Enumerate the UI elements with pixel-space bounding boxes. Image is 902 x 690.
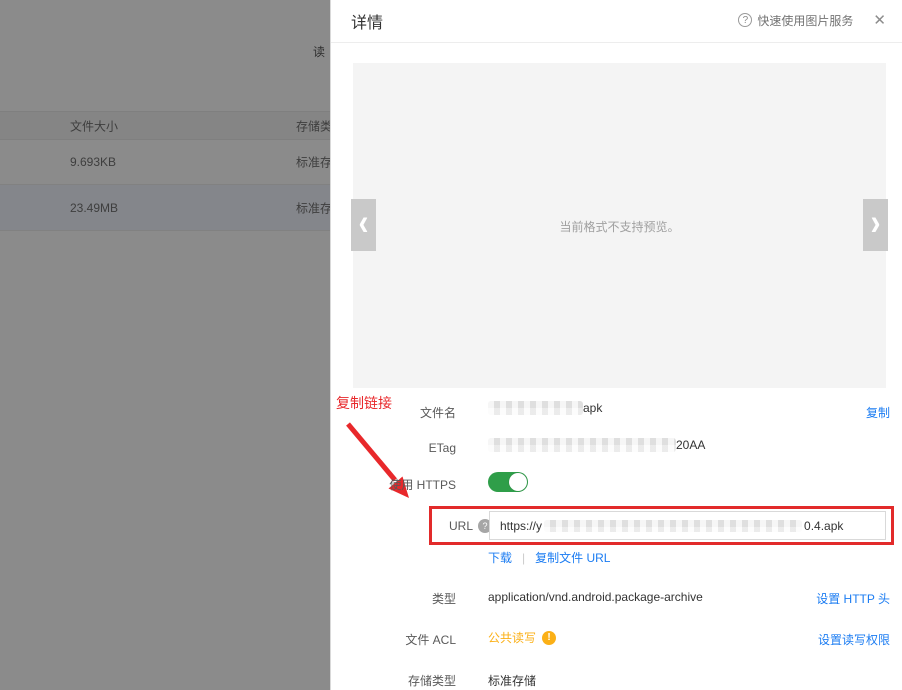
url-suffix: 0.4.apk <box>804 519 843 533</box>
table-header-row: 文件大小 存储类型 <box>0 111 330 140</box>
url-actions: 下载 | 复制文件 URL <box>488 549 610 566</box>
file-acl-label: 文件 ACL <box>331 631 456 648</box>
storage-class-value: 标准存储 <box>488 672 536 689</box>
next-file-button[interactable]: › <box>863 199 888 251</box>
panel-title: 详情 <box>351 9 383 33</box>
red-arrow-annotation <box>339 418 424 510</box>
cell-storage-class: 标准存储 <box>296 199 330 216</box>
url-input[interactable]: https://y 0.4.apk <box>489 511 886 540</box>
filename-label: 文件名 <box>331 404 456 421</box>
etag-suffix: 20AA <box>676 438 705 452</box>
action-divider: | <box>522 551 525 565</box>
https-toggle[interactable] <box>488 472 528 492</box>
url-highlight-box: URL ? https://y 0.4.apk <box>429 506 894 545</box>
copy-filename-link[interactable]: 复制 <box>866 404 890 421</box>
column-header-file-size: 文件大小 <box>70 117 118 134</box>
toggle-knob <box>509 473 527 491</box>
dimmed-backdrop: 文件大小 存储类型 9.693KB 标准存储 23.49MB 标准存储 读 <box>0 0 330 690</box>
previous-file-button[interactable]: ‹ <box>351 199 376 251</box>
type-label: 类型 <box>331 590 456 607</box>
quick-image-service-link[interactable]: 快速使用图片服务 <box>757 12 853 29</box>
use-https-label: 使用 HTTPS <box>331 476 456 493</box>
filename-suffix: apk <box>583 401 602 415</box>
cell-file-size: 9.693KB <box>70 155 116 169</box>
copy-file-url-link[interactable]: 复制文件 URL <box>535 549 610 566</box>
url-prefix: https://y <box>500 519 542 533</box>
set-http-header-link[interactable]: 设置 HTTP 头 <box>816 590 890 607</box>
url-label: URL <box>449 519 473 533</box>
download-link[interactable]: 下载 <box>488 549 512 566</box>
table-row[interactable]: 9.693KB 标准存储 <box>0 139 330 185</box>
type-value: application/vnd.android.package-archive <box>488 590 703 604</box>
etag-value: 20AA <box>488 438 705 452</box>
table-row-selected[interactable]: 23.49MB 标准存储 <box>0 185 330 231</box>
cell-storage-class: 标准存储 <box>296 153 330 170</box>
set-acl-link[interactable]: 设置读写权限 <box>818 631 890 648</box>
redacted-etag <box>488 438 676 452</box>
page: 文件大小 存储类型 9.693KB 标准存储 23.49MB 标准存储 读 详情… <box>0 0 902 690</box>
etag-label: ETag <box>331 441 456 455</box>
column-header-storage-class: 存储类型 <box>296 117 330 134</box>
acl-public-read-write: 公共读写 <box>488 629 536 646</box>
file-acl-value: 公共读写 ! <box>488 629 556 646</box>
filename-value: apk <box>488 401 602 415</box>
warning-icon[interactable]: ! <box>542 631 556 645</box>
help-circle-icon: ? <box>738 13 752 27</box>
preview-unsupported-message: 当前格式不支持预览。 <box>353 218 886 235</box>
storage-class-label: 存储类型 <box>331 672 456 689</box>
partial-background-text: 读 <box>313 43 325 60</box>
cell-file-size: 23.49MB <box>70 201 118 215</box>
redacted-filename <box>488 401 583 415</box>
details-panel: 详情 ? 快速使用图片服务 ✕ 当前格式不支持预览。 ‹ › 复制链接 文件名 <box>330 0 902 690</box>
chevron-left-icon: ‹ <box>359 204 369 242</box>
preview-area: 当前格式不支持预览。 ‹ › <box>353 63 886 388</box>
chevron-right-icon: › <box>871 204 881 242</box>
header-divider <box>331 42 902 43</box>
close-icon[interactable]: ✕ <box>873 11 886 29</box>
redacted-url <box>544 520 802 532</box>
